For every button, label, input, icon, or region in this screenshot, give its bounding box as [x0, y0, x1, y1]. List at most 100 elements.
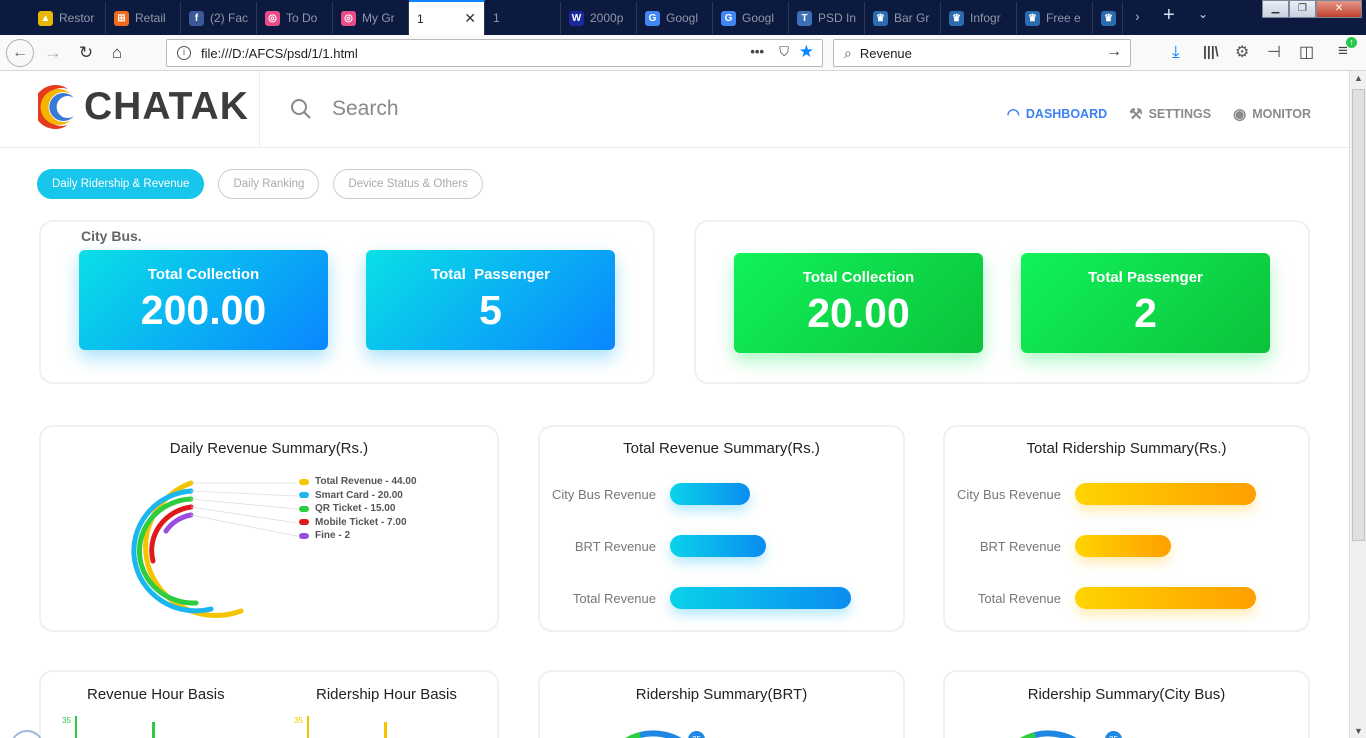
view-tabs: Daily Ridership & Revenue Daily Ranking De… [37, 169, 483, 199]
bookmark-star-icon[interactable]: ★ [799, 42, 814, 62]
pin-icon[interactable]: ⊣ [1267, 42, 1281, 62]
sidebar-icon[interactable]: ◫ [1299, 42, 1314, 62]
tab-title: My Gr [362, 11, 395, 25]
browser-tab[interactable]: ⊞ Retail [106, 2, 181, 34]
browser-tab[interactable]: ♛ Free e [1017, 2, 1093, 34]
browser-tab[interactable]: 1 [485, 2, 561, 34]
tab-title: 1 [493, 11, 500, 25]
close-tab-icon[interactable]: ✕ [464, 10, 476, 27]
view-tab[interactable]: Daily Ranking [218, 169, 320, 199]
minimize-button[interactable]: ▁ [1262, 0, 1289, 18]
browser-tab[interactable]: ♛ Infogr [941, 2, 1017, 34]
legend-item: Fine - 2 [299, 529, 417, 543]
tab-title: Bar Gr [894, 11, 930, 25]
menu-item-dashboard[interactable]: ◠ DASHBOARD [1007, 105, 1107, 123]
browser-tab[interactable]: 1 ✕ [409, 0, 485, 35]
bar-label: Total Revenue [977, 590, 1061, 606]
card-title: Ridership Summary(City Bus) [1027, 686, 1226, 703]
close-window-button[interactable]: ✕ [1316, 0, 1362, 18]
tab-list-button[interactable]: ⌄ [1198, 7, 1208, 21]
bar-label: City Bus Revenue [551, 486, 656, 502]
tab-title: 1 [417, 11, 424, 26]
card-title: Ridership Summary(BRT) [635, 686, 808, 703]
search-icon [291, 99, 311, 119]
download-icon[interactable]: ⤓ [1172, 42, 1180, 62]
tab-favicon-icon: ◎ [265, 10, 280, 26]
browser-tab[interactable]: ♛ Bar Gr [865, 2, 941, 34]
legend-swatch [299, 478, 309, 485]
app-search[interactable]: Search [290, 97, 399, 121]
tab-favicon-icon: G [645, 10, 660, 26]
browser-tab[interactable]: G Googl [713, 2, 789, 34]
tab-title: Googl [742, 11, 775, 25]
maximize-button[interactable]: ❐ [1289, 0, 1316, 18]
ridership-axis-line [307, 716, 309, 738]
logo[interactable]: CHATAK [38, 85, 249, 129]
scroll-down-arrow[interactable]: ▼ [1354, 726, 1363, 736]
tab-favicon-icon: ♛ [1101, 10, 1116, 26]
tab-favicon-icon: ◎ [341, 10, 356, 26]
tab-scroll-right[interactable]: › [1135, 8, 1140, 24]
search-go-icon[interactable]: → [1106, 43, 1122, 61]
menu-item-monitor[interactable]: ◉ MONITOR [1233, 105, 1311, 123]
browser-tab[interactable]: ◎ To Do [257, 2, 333, 34]
browser-tab[interactable]: ♛T [1093, 2, 1123, 34]
ridership-hour-title: Ridership Hour Basis [316, 686, 457, 703]
legend-item: Total Revenue - 44.00 [299, 475, 417, 489]
bar-row: BRT Revenue [540, 535, 766, 557]
browser-tab-bar: ▲ Restor ⊞ Retail f (2) Fac ◎ To Do ◎ My Gr 1 ✕ 1 W 20… [0, 0, 1366, 35]
back-button[interactable]: ← [6, 39, 34, 67]
legend-swatch [299, 492, 309, 499]
search-bar[interactable]: ⌕ Revenue → [833, 39, 1131, 67]
view-tab[interactable]: Daily Ridership & Revenue [37, 169, 205, 199]
legend-label: Smart Card - 20.00 [315, 489, 403, 501]
view-tab[interactable]: Device Status & Others [333, 169, 483, 199]
forward-button[interactable]: → [42, 43, 64, 63]
tab-title: Googl [666, 11, 699, 25]
bar [670, 587, 851, 609]
wrench-icon: ⚒ [1129, 106, 1143, 123]
tab-favicon-icon: ⊞ [114, 10, 129, 26]
bar-label: City Bus Revenue [956, 486, 1061, 502]
tab-title: Free e [1046, 11, 1081, 25]
scroll-up-arrow[interactable]: ▲ [1354, 73, 1363, 83]
scroll-thumb[interactable] [1352, 89, 1365, 541]
collection-label: Total Collection [147, 266, 260, 283]
tab-favicon-icon: ♛ [1025, 10, 1040, 26]
browser-tab[interactable]: ◎ My Gr [333, 2, 409, 34]
passenger-value: 5 [479, 287, 502, 333]
total-ridership-card: Total Ridership Summary(Rs.) City Bus Re… [943, 425, 1310, 632]
ridership-bar [384, 722, 387, 738]
info-icon[interactable]: i [177, 46, 191, 60]
page-scrollbar[interactable]: ▲ ▼ [1349, 71, 1366, 738]
new-tab-button[interactable]: + [1163, 4, 1175, 27]
home-button[interactable]: ⌂ [106, 43, 128, 63]
browser-tab[interactable]: ▲ Restor [30, 2, 106, 34]
url-bar[interactable]: i file:///D:/AFCS/psd/1/1.html ••• ⛉ ★ [166, 39, 823, 67]
menu-item-settings[interactable]: ⚒ SETTINGS [1129, 105, 1211, 123]
settings-gear-icon[interactable]: ⚙ [1235, 42, 1249, 62]
tab-favicon-icon: ♛ [873, 10, 888, 26]
browser-tab[interactable]: f (2) Fac [181, 2, 257, 34]
window-controls: ▁ ❐ ✕ [1262, 0, 1362, 18]
ridership-city-card: Ridership Summary(City Bus) 25 [943, 670, 1310, 738]
reload-button[interactable]: ↻ [75, 43, 97, 63]
update-badge-icon: ↑ [1346, 37, 1357, 48]
library-icon[interactable]: |||\ [1203, 43, 1219, 59]
search-bar-value[interactable]: Revenue [860, 46, 912, 61]
search-placeholder[interactable]: Search [332, 97, 399, 121]
page-actions-icon[interactable]: ••• [750, 44, 764, 59]
pocket-icon[interactable]: ⛉ [779, 44, 789, 60]
url-text[interactable]: file:///D:/AFCS/psd/1/1.html [201, 46, 358, 61]
browser-tab[interactable]: G Googl [637, 2, 713, 34]
logo-text: CHATAK [84, 85, 249, 128]
browser-tab[interactable]: W 2000p [561, 2, 637, 34]
menu-item-label: MONITOR [1252, 107, 1311, 121]
tab-favicon-icon: ▲ [38, 10, 53, 26]
legend-label: Mobile Ticket - 7.00 [315, 516, 407, 528]
browser-tab[interactable]: T PSD In [789, 2, 865, 34]
legend-item: Mobile Ticket - 7.00 [299, 516, 417, 530]
revenue-hour-title: Revenue Hour Basis [87, 686, 225, 703]
card-title: Daily Revenue Summary(Rs.) [169, 440, 369, 457]
tab-title: PSD In [818, 11, 857, 25]
